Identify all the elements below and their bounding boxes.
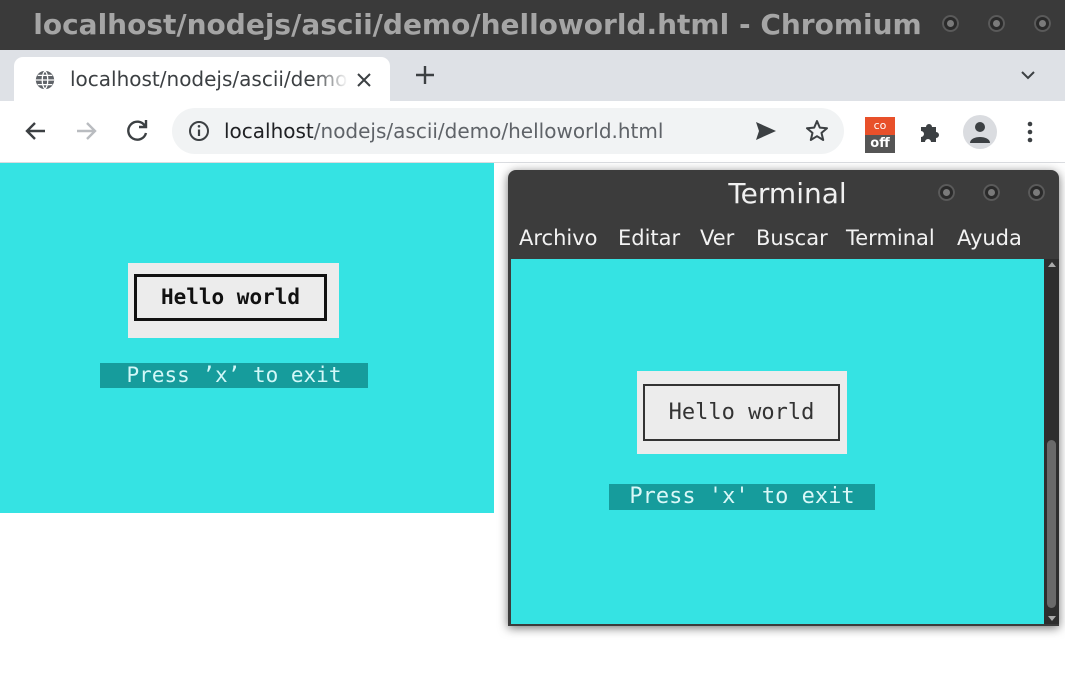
extension-badge-bottom: off	[865, 135, 895, 153]
hello-box: Hello world	[128, 263, 339, 338]
profile-avatar[interactable]	[963, 115, 997, 149]
new-tab-icon[interactable]	[412, 62, 438, 88]
url-path: /nodejs/ascii/demo/helloworld.html	[313, 119, 664, 143]
menu-archivo[interactable]: Archivo	[519, 220, 598, 256]
terminal-hello-box: Hello world	[637, 371, 847, 454]
puzzle-extensions-icon[interactable]	[916, 118, 944, 146]
terminal-close-button[interactable]	[1028, 184, 1045, 201]
url-text[interactable]: localhost/nodejs/ascii/demo/helloworld.h…	[224, 108, 663, 154]
menu-editar[interactable]: Editar	[618, 220, 680, 256]
terminal-screen[interactable]: Hello world Press 'x' to exit	[511, 259, 1044, 624]
tab-strip: localhost/nodejs/ascii/demo/helloworld.h…	[0, 50, 1065, 101]
url-host: localhost	[224, 119, 314, 143]
browser-toolbar: localhost/nodejs/ascii/demo/helloworld.h…	[0, 101, 1065, 163]
send-icon[interactable]	[754, 120, 778, 142]
globe-icon	[35, 70, 55, 90]
info-icon[interactable]	[188, 120, 210, 142]
scroll-up-arrow-icon[interactable]	[1048, 262, 1056, 267]
menu-dots-icon[interactable]	[1016, 118, 1044, 146]
terminal-exit-hint: Press 'x' to exit	[609, 484, 875, 510]
ascii-canvas: Hello world Press ’x’ to exit	[0, 163, 494, 513]
person-icon	[970, 122, 990, 143]
tab-helloworld[interactable]: localhost/nodejs/ascii/demo/helloworld.h…	[14, 57, 390, 101]
window-title: localhost/nodejs/ascii/demo/helloworld.h…	[33, 8, 922, 41]
menu-buscar[interactable]: Buscar	[756, 220, 828, 256]
terminal-titlebar: Terminal	[508, 170, 1059, 218]
scrollbar-thumb[interactable]	[1047, 440, 1056, 608]
forward-arrow-icon[interactable]	[72, 117, 100, 145]
back-arrow-icon[interactable]	[22, 117, 50, 145]
menu-ver[interactable]: Ver	[700, 220, 734, 256]
hello-text: Hello world	[134, 274, 327, 321]
close-tab-icon[interactable]	[354, 70, 374, 90]
terminal-menubar: Archivo Editar Ver Buscar Terminal Ayuda	[508, 220, 1059, 256]
exit-hint: Press ’x’ to exit	[100, 363, 368, 388]
terminal-scrollbar[interactable]	[1044, 259, 1059, 624]
minimize-button[interactable]	[942, 15, 959, 32]
extension-off-icon[interactable]: co off	[863, 117, 897, 155]
menu-terminal[interactable]: Terminal	[846, 220, 935, 256]
terminal-maximize-button[interactable]	[983, 184, 1000, 201]
terminal-title: Terminal	[728, 177, 847, 210]
window-titlebar: localhost/nodejs/ascii/demo/helloworld.h…	[0, 0, 1065, 50]
maximize-button[interactable]	[988, 15, 1005, 32]
menu-ayuda[interactable]: Ayuda	[957, 220, 1022, 256]
terminal-hello-text: Hello world	[643, 384, 840, 441]
scroll-down-arrow-icon[interactable]	[1048, 616, 1056, 621]
reload-icon[interactable]	[123, 117, 151, 145]
chevron-down-icon[interactable]	[1018, 65, 1038, 85]
terminal-window: Terminal Archivo Editar Ver Buscar Termi…	[508, 170, 1059, 626]
tab-title: localhost/nodejs/ascii/demo/helloworld.h…	[70, 67, 348, 91]
address-bar[interactable]: localhost/nodejs/ascii/demo/helloworld.h…	[172, 108, 844, 154]
extension-badge-top: co	[865, 117, 895, 135]
terminal-minimize-button[interactable]	[938, 184, 955, 201]
star-icon[interactable]	[805, 119, 829, 143]
close-window-button[interactable]	[1034, 15, 1051, 32]
